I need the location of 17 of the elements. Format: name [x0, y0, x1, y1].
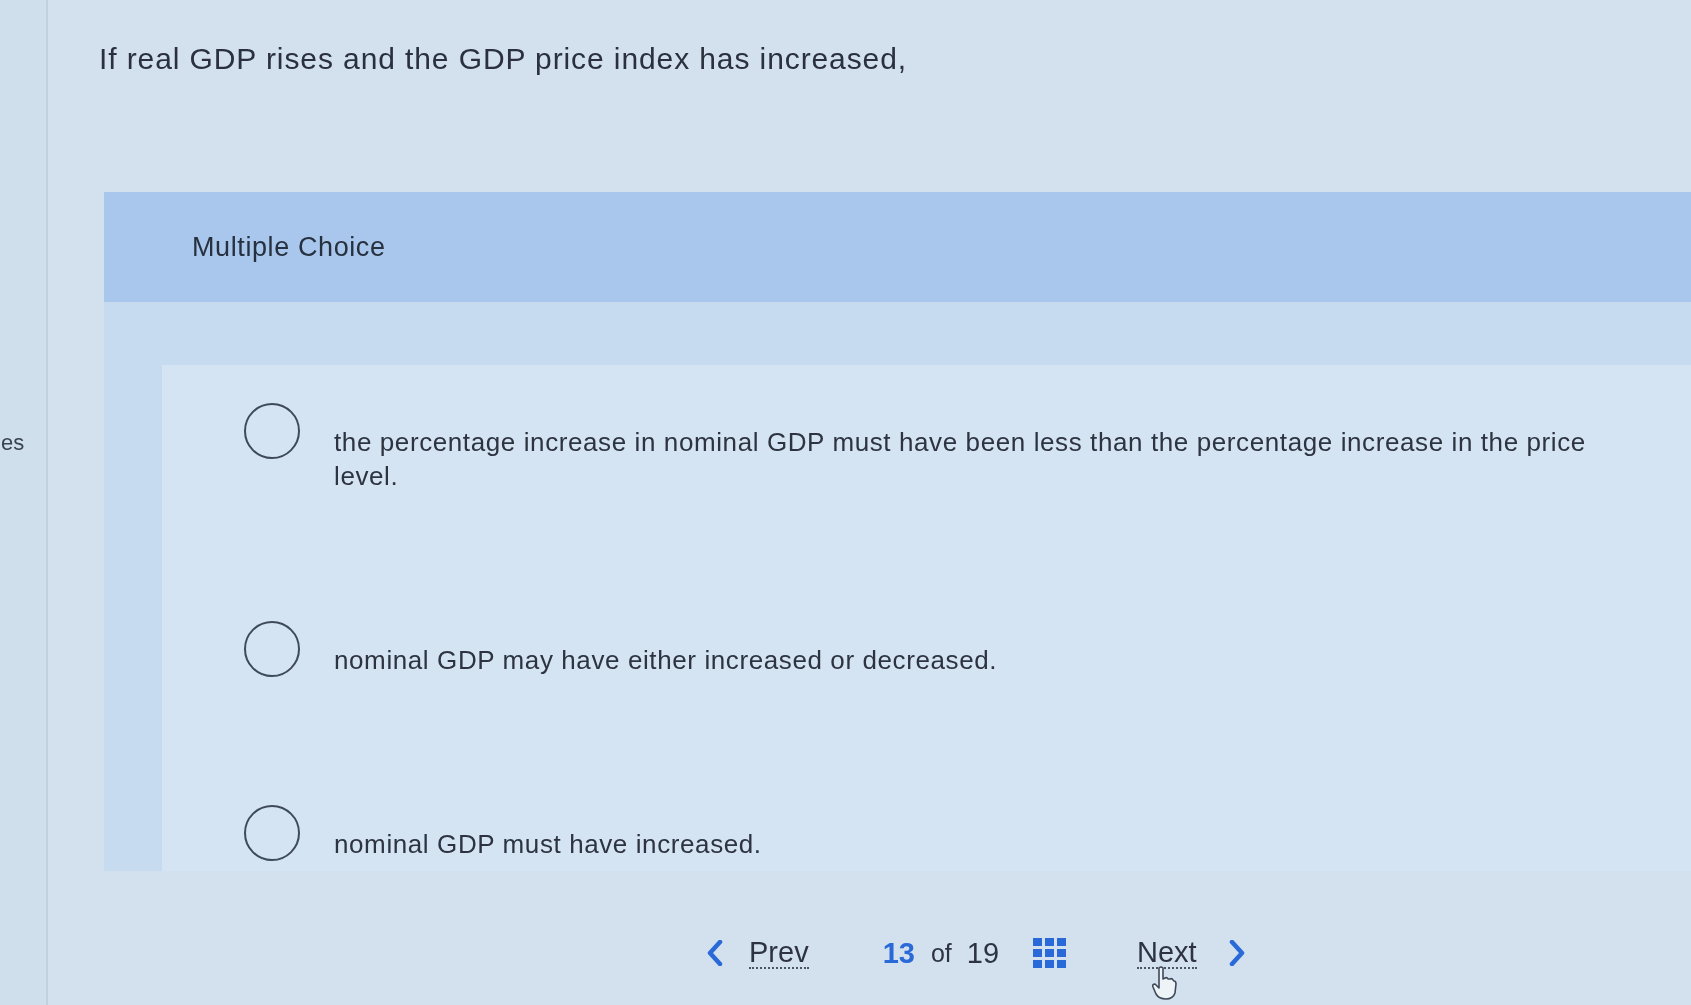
- prev-link[interactable]: Prev: [749, 937, 809, 969]
- option-text: nominal GDP must have increased.: [334, 828, 762, 861]
- total-pages: 19: [966, 936, 1000, 970]
- page-separator: of: [930, 938, 952, 968]
- chevron-left-icon[interactable]: [707, 940, 723, 966]
- grid-icon[interactable]: [1033, 938, 1067, 968]
- question-text: If real GDP rises and the GDP price index has increased,: [99, 42, 907, 76]
- option-text: nominal GDP may have either increased or decreased.: [334, 644, 998, 677]
- radio-button[interactable]: [244, 403, 300, 459]
- hand-cursor-icon: [1151, 965, 1178, 1001]
- current-page-number: 13: [882, 936, 915, 970]
- option-text: the percentage increase in nominal GDP must have been less than the percentage increase in the price level.: [334, 426, 1587, 493]
- radio-button[interactable]: [244, 805, 300, 861]
- radio-button[interactable]: [244, 621, 300, 677]
- sidebar-label: es: [1, 429, 25, 457]
- chevron-right-icon[interactable]: [1228, 940, 1245, 966]
- question-type-label: Multiple Choice: [192, 231, 386, 263]
